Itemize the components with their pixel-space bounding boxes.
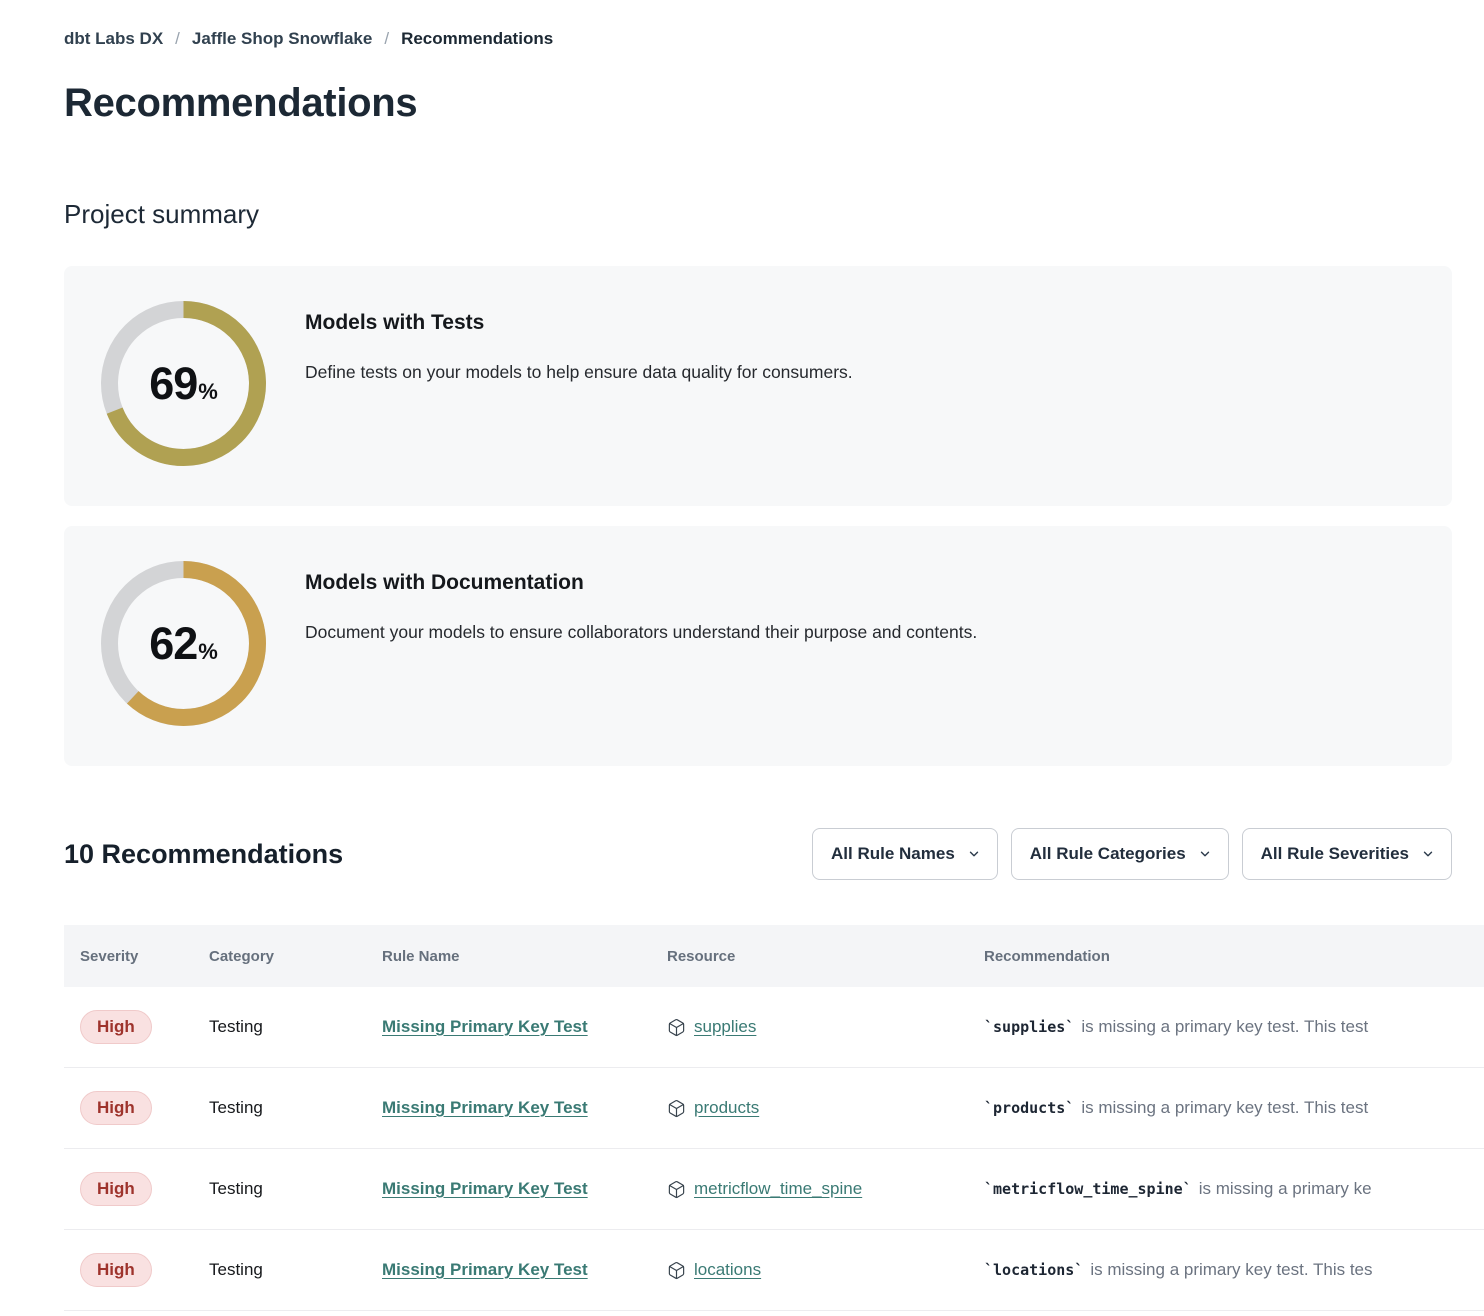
severity-badge: High (80, 1010, 152, 1044)
rule-name-link[interactable]: Missing Primary Key Test (382, 1017, 588, 1036)
resource-cell: metricflow_time_spine (667, 1179, 984, 1199)
percent-value: 62 (149, 618, 197, 670)
resource-link[interactable]: products (694, 1098, 759, 1118)
breadcrumb-separator: / (175, 29, 180, 49)
breadcrumb: dbt Labs DX / Jaffle Shop Snowflake / Re… (64, 28, 1484, 50)
filter-label: All Rule Names (831, 844, 955, 864)
filter-rule-severities-dropdown[interactable]: All Rule Severities (1242, 828, 1452, 880)
recommendations-page: dbt Labs DX / Jaffle Shop Snowflake / Re… (0, 0, 1484, 1316)
filter-label: All Rule Categories (1030, 844, 1186, 864)
project-summary-heading: Project summary (64, 198, 1484, 230)
model-cube-icon (667, 1099, 686, 1118)
recommendation-cell: `supplies` is missing a primary key test.… (984, 1017, 1484, 1037)
resource-cell: supplies (667, 1017, 984, 1037)
rule-name-link[interactable]: Missing Primary Key Test (382, 1179, 588, 1198)
resource-link[interactable]: supplies (694, 1017, 756, 1037)
breadcrumb-project-link[interactable]: dbt Labs DX (64, 29, 163, 49)
chevron-down-icon (1421, 847, 1435, 861)
category-cell: Testing (209, 1017, 382, 1037)
table-row: High Testing Missing Primary Key Test lo… (64, 1230, 1484, 1311)
column-header-rule-name: Rule Name (382, 948, 667, 965)
filters: All Rule Names All Rule Categories All R… (812, 828, 1452, 880)
table-row: High Testing Missing Primary Key Test su… (64, 987, 1484, 1068)
model-cube-icon (667, 1018, 686, 1037)
rule-name-link[interactable]: Missing Primary Key Test (382, 1098, 588, 1117)
filter-rule-names-dropdown[interactable]: All Rule Names (812, 828, 998, 880)
recommendation-text: is missing a primary key test. This test (1081, 1098, 1368, 1117)
rule-name-link[interactable]: Missing Primary Key Test (382, 1260, 588, 1279)
resource-cell: locations (667, 1260, 984, 1280)
breadcrumb-separator: / (384, 29, 389, 49)
filter-label: All Rule Severities (1261, 844, 1409, 864)
recommendation-cell: `products` is missing a primary key test.… (984, 1098, 1484, 1118)
recommendation-code: `supplies` (984, 1018, 1074, 1036)
recommendation-cell: `locations` is missing a primary key test… (984, 1260, 1484, 1280)
summary-card-tests: 69 % Models with Tests Define tests on y… (64, 266, 1452, 506)
column-header-severity: Severity (80, 948, 209, 965)
card-title: Models with Documentation (305, 571, 977, 595)
column-header-resource: Resource (667, 948, 984, 965)
filter-rule-categories-dropdown[interactable]: All Rule Categories (1011, 828, 1229, 880)
model-cube-icon (667, 1180, 686, 1199)
resource-link[interactable]: locations (694, 1260, 761, 1280)
page-title: Recommendations (64, 78, 1484, 128)
card-description: Define tests on your models to help ensu… (305, 362, 853, 383)
breadcrumb-package-link[interactable]: Jaffle Shop Snowflake (192, 29, 372, 49)
category-cell: Testing (209, 1260, 382, 1280)
recommendation-code: `products` (984, 1099, 1074, 1117)
breadcrumb-current: Recommendations (401, 29, 553, 49)
category-cell: Testing (209, 1179, 382, 1199)
recommendations-header: 10 Recommendations All Rule Names All Ru… (64, 828, 1452, 880)
percent-sign: % (198, 639, 218, 665)
severity-badge: High (80, 1172, 152, 1206)
table-row: High Testing Missing Primary Key Test me… (64, 1149, 1484, 1230)
recommendation-code: `locations` (984, 1261, 1083, 1279)
table-header: Severity Category Rule Name Resource Rec… (64, 925, 1484, 987)
resource-link[interactable]: metricflow_time_spine (694, 1179, 862, 1199)
percent-value: 69 (149, 358, 197, 410)
recommendation-code: `metricflow_time_spine` (984, 1180, 1192, 1198)
column-header-category: Category (209, 948, 382, 965)
chevron-down-icon (967, 847, 981, 861)
resource-cell: products (667, 1098, 984, 1118)
severity-badge: High (80, 1253, 152, 1287)
category-cell: Testing (209, 1098, 382, 1118)
table-row: High Testing Missing Primary Key Test pr… (64, 1068, 1484, 1149)
percent-sign: % (198, 379, 218, 405)
recommendation-text: is missing a primary key test. This tes (1090, 1260, 1372, 1279)
recommendation-cell: `metricflow_time_spine` is missing a prim… (984, 1179, 1484, 1199)
table-body: High Testing Missing Primary Key Test su… (64, 987, 1484, 1311)
card-title: Models with Tests (305, 311, 853, 335)
column-header-recommendation: Recommendation (984, 948, 1484, 965)
recommendation-text: is missing a primary ke (1199, 1179, 1372, 1198)
donut-percent-label: 62 % (101, 561, 266, 726)
donut-percent-label: 69 % (101, 301, 266, 466)
chevron-down-icon (1198, 847, 1212, 861)
recommendations-table: Severity Category Rule Name Resource Rec… (64, 925, 1484, 1311)
recommendations-count-heading: 10 Recommendations (64, 839, 343, 870)
donut-chart-documentation: 62 % (101, 561, 266, 726)
model-cube-icon (667, 1261, 686, 1280)
severity-badge: High (80, 1091, 152, 1125)
summary-card-documentation: 62 % Models with Documentation Document … (64, 526, 1452, 766)
recommendation-text: is missing a primary key test. This test (1081, 1017, 1368, 1036)
card-description: Document your models to ensure collabora… (305, 622, 977, 643)
donut-chart-tests: 69 % (101, 301, 266, 466)
